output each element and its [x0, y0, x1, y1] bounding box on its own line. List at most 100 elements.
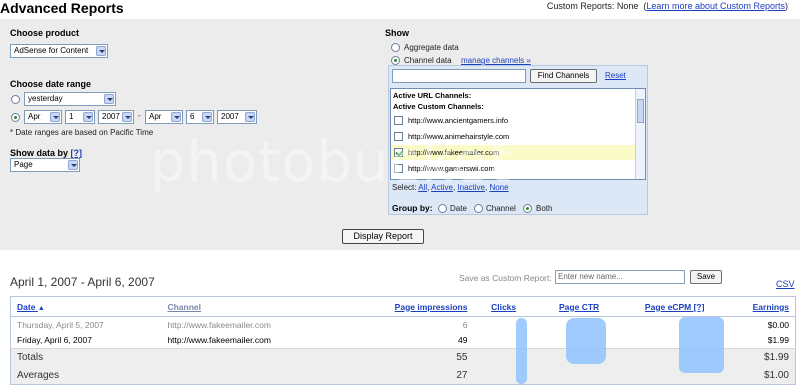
find-channels-button[interactable]: Find Channels: [530, 69, 597, 83]
averages-ctr: [533, 366, 625, 385]
chevron-down-icon: [245, 112, 255, 122]
from-day-select[interactable]: 1: [65, 110, 95, 124]
totals-channel: [161, 348, 363, 367]
chevron-down-icon: [202, 112, 212, 122]
totals-earnings: $1.99: [725, 348, 796, 367]
chevron-down-icon: [122, 112, 132, 122]
column-page-ecpm[interactable]: Page eCPM [?]: [624, 296, 726, 317]
custom-range-radio[interactable]: [11, 113, 20, 122]
select-active-link[interactable]: Active: [431, 183, 453, 192]
select-all-link[interactable]: All: [418, 183, 427, 192]
chevron-down-icon: [50, 112, 60, 122]
select-label: Select:: [392, 183, 417, 192]
chevron-down-icon: [96, 46, 106, 56]
preset-range-select[interactable]: yesterday: [24, 92, 116, 106]
column-channel[interactable]: Channel: [161, 296, 363, 317]
from-year-value: 2007: [102, 112, 120, 121]
row-date: Friday, April 6, 2007: [17, 335, 92, 346]
chevron-down-icon: [83, 112, 93, 122]
to-year-select[interactable]: 2007: [217, 110, 257, 124]
reset-link[interactable]: Reset: [605, 71, 626, 80]
display-report-button[interactable]: Display Report: [342, 229, 424, 244]
group-by-label: Group by:: [392, 203, 433, 213]
ecpm-help-link[interactable]: [?]: [694, 302, 705, 312]
date-range-label: Choose date range: [10, 79, 92, 89]
preset-range-radio[interactable]: [11, 95, 20, 104]
channel-name: http://www.gamerswii.com: [408, 164, 495, 173]
row-earnings: $0.00: [767, 319, 789, 330]
channel-checkbox[interactable]: [394, 132, 403, 141]
show-data-by-label: Show data by [?]: [10, 148, 82, 158]
totals-impressions: 55: [362, 348, 474, 367]
select-links: Select: All, Active, Inactive, None: [392, 183, 509, 192]
from-day-value: 1: [69, 112, 74, 121]
chevron-down-icon: [68, 160, 78, 170]
scrollbar-thumb[interactable]: [637, 99, 644, 123]
group-channel-radio[interactable]: [474, 204, 483, 213]
column-date-label: Date: [17, 301, 36, 312]
from-year-select[interactable]: 2007: [98, 110, 134, 124]
channel-name: http://www.animehairstyle.com: [408, 132, 510, 141]
product-select-value: AdSense for Content: [14, 46, 89, 55]
custom-reports-label: Custom Reports:: [546, 1, 615, 11]
channel-data-radio[interactable]: [391, 56, 400, 65]
to-day-select[interactable]: 6: [186, 110, 214, 124]
redaction-ctr: [566, 318, 606, 364]
column-earnings[interactable]: Earnings: [725, 296, 796, 317]
row-earnings: $1.99: [767, 335, 789, 346]
column-page-ctr-prefix: Page: [559, 301, 580, 312]
totals-label: Totals: [10, 348, 162, 367]
channel-search-input[interactable]: [392, 69, 526, 83]
save-as-label: Save as Custom Report:: [459, 273, 552, 283]
channel-row-selected[interactable]: http://www.fakeemailer.com: [391, 145, 635, 160]
channel-checkbox-checked[interactable]: [394, 148, 403, 157]
group-channel-label: Channel: [486, 204, 516, 213]
channel-row[interactable]: http://www.gamerswii.com: [391, 161, 635, 176]
column-page-ctr[interactable]: Page CTR: [533, 296, 625, 317]
column-page-ctr-label: CTR: [581, 301, 600, 312]
learn-more-link[interactable]: Learn more about Custom Reports: [646, 1, 785, 11]
channel-checkbox[interactable]: [394, 164, 403, 173]
row-channel: http://www.fakeemailer.com: [167, 335, 271, 346]
channel-list[interactable]: Active URL Channels: Active Custom Chann…: [390, 88, 646, 180]
manage-channels-link[interactable]: manage channels »: [461, 56, 531, 65]
row-impressions: 6: [462, 319, 468, 330]
averages-label: Averages: [10, 366, 162, 385]
column-page-ecpm-label: Page eCPM: [644, 301, 692, 312]
save-button[interactable]: Save: [690, 270, 722, 284]
show-data-by-text: Show data by: [10, 148, 69, 158]
from-month-select[interactable]: Apr: [24, 110, 62, 124]
channel-checkbox[interactable]: [394, 116, 403, 125]
channel-name: http://www.ancientgamers.info: [408, 116, 509, 125]
choose-product-label: Choose product: [10, 28, 79, 38]
csv-link[interactable]: CSV: [776, 279, 795, 289]
group-both-radio[interactable]: [523, 204, 532, 213]
column-date[interactable]: Date ▲: [10, 296, 162, 317]
channel-data-label: Channel data: [404, 56, 452, 65]
channel-name: http://www.fakeemailer.com: [408, 148, 500, 157]
table-row: Friday, April 6, 2007 http://www.fakeema…: [11, 333, 796, 349]
aggregate-data-radio[interactable]: [391, 43, 400, 52]
report-date-title: April 1, 2007 - April 6, 2007: [10, 275, 155, 289]
averages-impressions: 27: [362, 366, 474, 385]
to-month-value: Apr: [149, 112, 162, 121]
channel-row[interactable]: http://www.animehairstyle.com: [391, 129, 635, 144]
url-channels-heading: Active URL Channels:: [393, 91, 472, 100]
channel-list-scrollbar[interactable]: [635, 89, 645, 179]
row-impressions: 49: [457, 335, 468, 346]
chevron-down-icon: [171, 112, 181, 122]
group-both-label: Both: [536, 204, 553, 213]
channel-row[interactable]: http://www.ancientgamers.info: [391, 113, 635, 128]
column-clicks[interactable]: Clicks: [473, 296, 534, 317]
group-date-radio[interactable]: [438, 204, 447, 213]
select-none-link[interactable]: None: [489, 183, 508, 192]
page-title: Advanced Reports: [0, 0, 124, 16]
show-data-by-select[interactable]: Page: [10, 158, 80, 172]
column-page-impressions[interactable]: Page impressions: [362, 296, 474, 317]
to-month-select[interactable]: Apr: [145, 110, 183, 124]
product-select[interactable]: AdSense for Content: [10, 44, 108, 58]
select-inactive-link[interactable]: Inactive: [457, 183, 485, 192]
averages-earnings: $1.00: [725, 366, 796, 385]
show-data-by-help-link[interactable]: [?]: [71, 148, 83, 158]
custom-report-name-input[interactable]: Enter new name...: [555, 270, 685, 284]
